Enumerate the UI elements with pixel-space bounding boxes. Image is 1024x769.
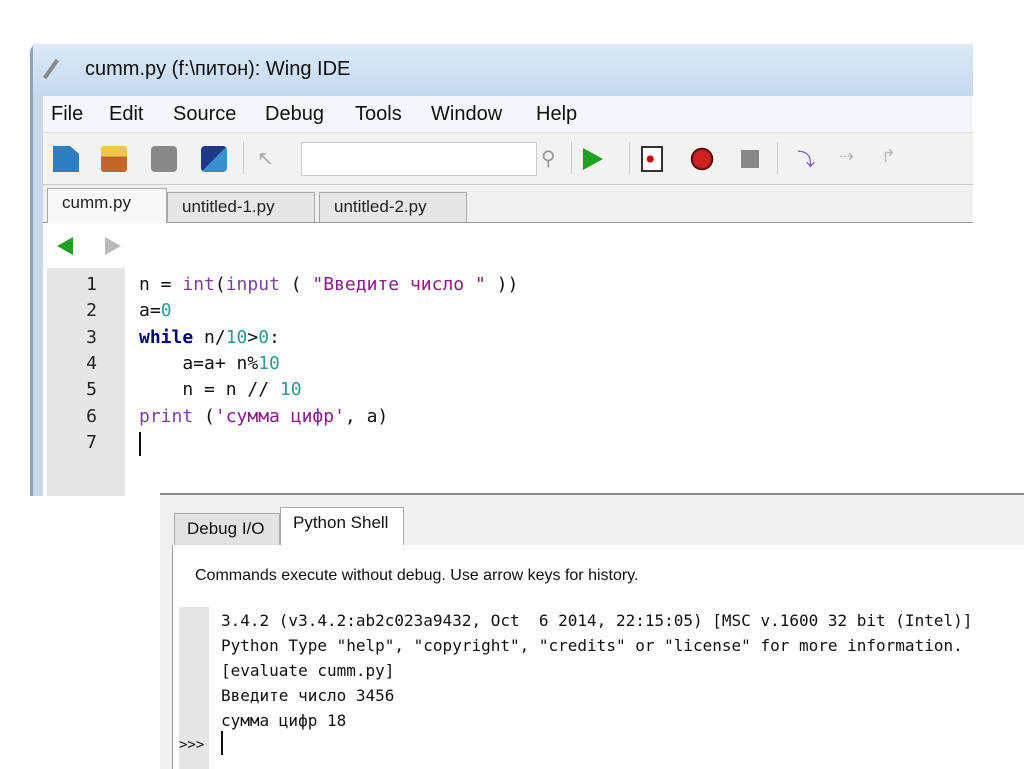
window-title: cumm.py (f:\питон): Wing IDE bbox=[85, 58, 351, 80]
code-token-op: a=a+ n% bbox=[139, 352, 259, 374]
select-pointer-icon[interactable]: ↖ bbox=[257, 146, 283, 172]
shell-info-message: Commands execute without debug. Use arro… bbox=[195, 567, 639, 584]
code-token-op: ( bbox=[193, 405, 215, 427]
code-token-str: 'сумма цифр' bbox=[214, 405, 345, 427]
code-token-op: , a) bbox=[344, 405, 389, 427]
python-shell-panel: Commands execute without debug. Use arro… bbox=[172, 545, 1024, 769]
code-line: n = n // 10 bbox=[139, 379, 302, 401]
code-token-num: 10 bbox=[225, 326, 248, 348]
code-token-op: a= bbox=[139, 300, 161, 322]
save-icon[interactable] bbox=[151, 146, 177, 172]
code-line: print ('сумма цифр', a) bbox=[139, 406, 388, 427]
step-out-icon[interactable]: ↱ bbox=[881, 146, 907, 172]
search-icon[interactable]: ⚲ bbox=[541, 146, 567, 172]
toolbar: ↖ ⚲ ⤵ ⇢ ↱ bbox=[43, 134, 973, 185]
line-number: 2 bbox=[86, 300, 97, 322]
separator bbox=[571, 142, 572, 174]
code-line: a=a+ n%10 bbox=[139, 353, 280, 374]
shell-output-line: сумма цифр 18 bbox=[221, 711, 347, 730]
ide-window: cumm.py (f:\питон): Wing IDE File Edit S… bbox=[30, 44, 973, 496]
code-token-kw: while bbox=[139, 326, 194, 348]
code-token-op: ( bbox=[279, 274, 313, 295]
code-token-num: 0 bbox=[258, 326, 270, 348]
code-editor[interactable]: 1234567 n = int(input ( "Введите число "… bbox=[43, 268, 973, 496]
menu-window[interactable]: Window bbox=[431, 103, 502, 126]
wing-logo-icon bbox=[43, 58, 59, 80]
menu-bar: File Edit Source Debug Tools Window Help bbox=[43, 96, 973, 133]
code-token-op: : bbox=[269, 326, 280, 348]
menu-tools[interactable]: Tools bbox=[355, 103, 402, 126]
code-token-num: 10 bbox=[258, 352, 280, 374]
code-token-op: ( bbox=[214, 274, 226, 295]
step-into-icon[interactable]: ⤵ bbox=[797, 146, 823, 172]
code-line: n = int(input ( "Введите число " )) bbox=[139, 274, 518, 295]
tab-debug-io[interactable]: Debug I/O bbox=[174, 513, 280, 545]
shell-output[interactable]: 3.4.2 (v3.4.2:ab2c023a9432, Oct 6 2014, … bbox=[179, 607, 1024, 769]
code-token-op: n = n // bbox=[139, 379, 280, 401]
code-token-op: n/ bbox=[193, 326, 226, 348]
menu-edit[interactable]: Edit bbox=[109, 103, 143, 126]
menu-file[interactable]: File bbox=[51, 103, 83, 126]
line-number: 3 bbox=[86, 326, 97, 348]
line-number: 5 bbox=[86, 379, 97, 401]
line-number: 6 bbox=[86, 405, 97, 427]
shell-output-line: [evaluate cumm.py] bbox=[221, 661, 395, 680]
text-cursor bbox=[221, 731, 223, 755]
shell-prompt: >>> bbox=[179, 737, 205, 753]
tab-untitled-1[interactable]: untitled-1.py bbox=[167, 192, 315, 222]
menu-debug[interactable]: Debug bbox=[265, 103, 324, 126]
bottom-panel: Debug I/O Python Shell Commands execute … bbox=[160, 493, 1024, 769]
editor-tabs: cumm.py untitled-1.py untitled-2.py bbox=[43, 188, 973, 223]
back-arrow-icon[interactable] bbox=[57, 237, 73, 255]
separator bbox=[629, 142, 630, 174]
code-token-str: "Введите число " bbox=[312, 274, 486, 295]
code-token-bi: int bbox=[182, 274, 215, 295]
run-icon[interactable] bbox=[583, 148, 603, 170]
code-token-num: 10 bbox=[279, 379, 302, 401]
line-number: 7 bbox=[86, 431, 97, 453]
separator bbox=[243, 142, 244, 174]
save-all-icon[interactable] bbox=[201, 146, 227, 172]
shell-output-line: 3.4.2 (v3.4.2:ab2c023a9432, Oct 6 2014, … bbox=[221, 611, 973, 630]
code-line: while n/10>0: bbox=[139, 327, 280, 348]
menu-source[interactable]: Source bbox=[173, 103, 236, 126]
navigation-bar bbox=[43, 223, 973, 268]
line-number: 4 bbox=[86, 352, 97, 374]
line-number-gutter: 1 2 3 4 5 6 7 bbox=[47, 268, 125, 496]
code-token-bi: print bbox=[139, 405, 194, 427]
search-input[interactable] bbox=[301, 142, 537, 176]
title-bar: cumm.py (f:\питон): Wing IDE bbox=[33, 44, 973, 96]
menu-help[interactable]: Help bbox=[536, 103, 577, 126]
step-over-icon[interactable]: ⇢ bbox=[839, 146, 865, 172]
tab-python-shell[interactable]: Python Shell bbox=[280, 507, 404, 546]
code-token-op: )) bbox=[485, 274, 519, 295]
shell-output-line: Python Type "help", "copyright", "credit… bbox=[221, 636, 963, 655]
text-cursor bbox=[139, 431, 141, 456]
forward-arrow-icon[interactable] bbox=[105, 237, 121, 255]
code-line: a=0 bbox=[139, 300, 172, 321]
line-number: 1 bbox=[86, 274, 97, 295]
code-token-bi: input bbox=[225, 274, 280, 295]
stop-icon[interactable] bbox=[741, 150, 759, 168]
breakpoint-file-icon[interactable] bbox=[641, 146, 663, 172]
panel-tabs: Debug I/O Python Shell bbox=[172, 507, 1024, 546]
separator bbox=[777, 142, 778, 174]
code-token-num: 0 bbox=[160, 300, 172, 322]
code-token-op: n = bbox=[139, 274, 183, 295]
new-file-icon[interactable] bbox=[53, 146, 79, 172]
debug-bug-icon[interactable] bbox=[689, 146, 715, 172]
code-token-op: > bbox=[247, 326, 259, 348]
tab-cumm-py[interactable]: cumm.py bbox=[47, 188, 167, 223]
shell-output-line: Введите число 3456 bbox=[221, 686, 395, 705]
tab-untitled-2[interactable]: untitled-2.py bbox=[319, 192, 467, 222]
open-folder-icon[interactable] bbox=[101, 146, 127, 172]
